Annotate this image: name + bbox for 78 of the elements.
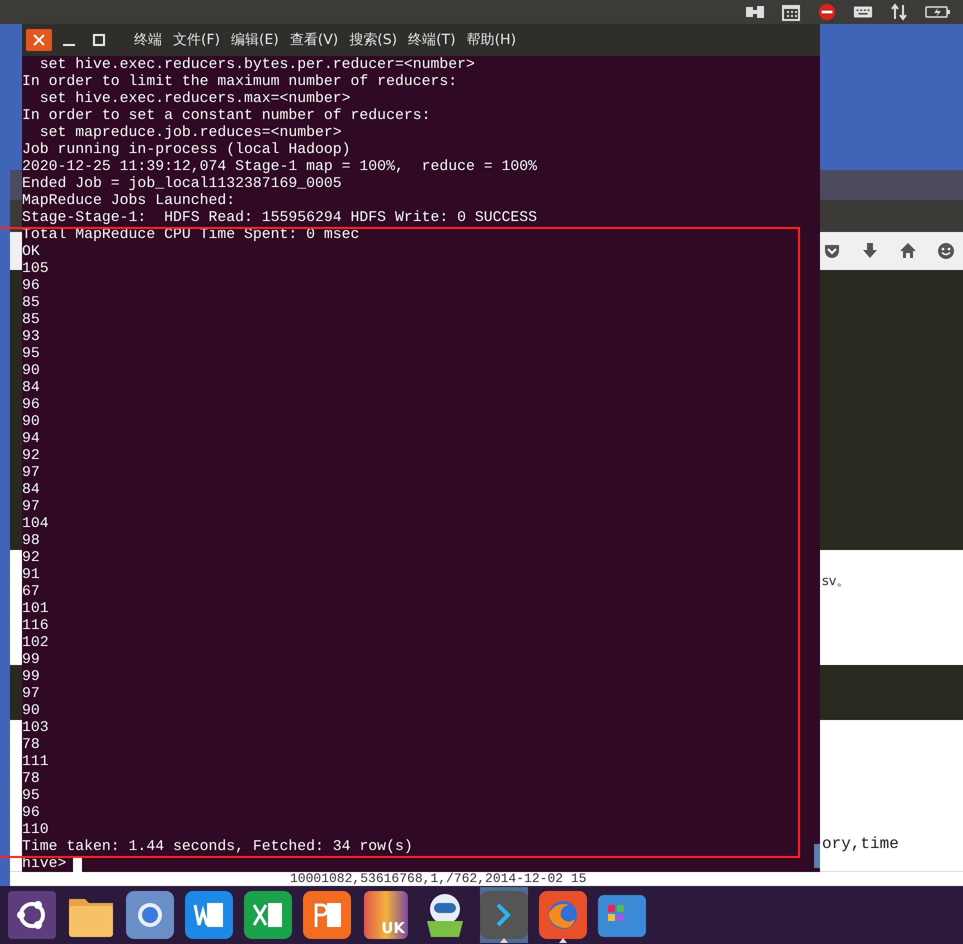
calendar-icon[interactable] [781, 3, 801, 21]
menu-item[interactable]: 文件(F) [173, 31, 220, 49]
terminal-line: Ended Job = job_local1132387169_0005 [22, 176, 343, 193]
menu-item[interactable]: 帮助(H) [466, 31, 516, 49]
terminal-line: 95 [22, 788, 41, 805]
terminal-line: 91 [22, 567, 41, 584]
home-icon[interactable] [899, 242, 917, 260]
download-icon[interactable] [861, 242, 879, 260]
fox-icon [539, 891, 587, 939]
terminal-line: OK [22, 244, 41, 261]
terminal-prompt: hive> [22, 856, 66, 873]
terminal-line: set hive.exec.reducers.bytes.per.reducer=<number> [38, 57, 476, 74]
terminal-line: 105 [22, 261, 50, 278]
logo-icon [8, 891, 56, 939]
icon-label: UK [381, 920, 405, 936]
terminal-line: 116 [22, 618, 50, 635]
terminal-line: 85 [22, 312, 41, 329]
close-icon [33, 34, 45, 46]
terminal-line: 90 [22, 703, 41, 720]
terminal-line: set mapreduce.job.reduces=<number> [38, 125, 343, 142]
code-text: ory,time [822, 835, 899, 853]
up-down-arrows-icon[interactable] [889, 3, 909, 21]
terminal-line: 85 [22, 295, 41, 312]
terminal-line: 78 [22, 771, 41, 788]
terminal-line: In order to set a constant number of reducers: [22, 108, 432, 125]
terminal-line: set hive.exec.reducers.max=<number> [38, 91, 352, 108]
page-text: sv。 [822, 573, 850, 590]
browser-icon [126, 891, 174, 939]
scrollbar[interactable] [814, 844, 820, 868]
terminal-line: 84 [22, 380, 41, 397]
terminal-line: 97 [22, 499, 41, 516]
presentation-icon [303, 891, 351, 939]
minimize-icon [63, 44, 75, 46]
terminal-line: 101 [22, 601, 50, 618]
terminal-line: 92 [22, 448, 41, 465]
toggle-icon[interactable] [745, 3, 765, 21]
maximize-icon [93, 34, 105, 46]
terminal-line: Stage-Stage-1: HDFS Read: 155956294 HDFS Write: 0 SUCCESS [22, 210, 538, 227]
document-icon [185, 891, 233, 939]
menu-item[interactable]: 终端 [134, 31, 162, 49]
terminal-line: 2020-12-25 11:39:12,074 Stage-1 map = 100%, reduce = 100% [22, 159, 538, 176]
stop-icon[interactable] [817, 3, 837, 21]
terminal-line: 96 [22, 397, 41, 414]
terminal-line: MapReduce Jobs Launched: [22, 193, 236, 210]
terminal-line: 93 [22, 329, 41, 346]
terminal-line: 99 [22, 669, 41, 686]
menu-item[interactable]: 编辑(E) [230, 31, 279, 49]
pocket-icon[interactable] [823, 242, 841, 260]
terminal-line: 90 [22, 414, 41, 431]
spreadsheet-icon [244, 891, 292, 939]
smiley-icon[interactable] [937, 242, 955, 260]
terminal-line: 92 [22, 550, 41, 567]
terminal-line: 94 [22, 431, 41, 448]
terminal-line: 111 [22, 754, 50, 771]
terminal-line: Time taken: 1.44 seconds, Fetched: 34 row(s) [22, 839, 414, 856]
terminal-line: 97 [22, 465, 41, 482]
close-button[interactable] [26, 29, 52, 51]
terminal-line: 104 [22, 516, 50, 533]
terminal-line: 78 [22, 737, 41, 754]
terminal-line: 95 [22, 346, 41, 363]
terminal-line: 103 [22, 720, 50, 737]
menu-item[interactable]: 终端(T) [408, 31, 456, 49]
terminal-line: 96 [22, 805, 41, 822]
terminal-line: 96 [22, 278, 41, 295]
terminal-line: 102 [22, 635, 50, 652]
terminal-line: 99 [22, 652, 41, 669]
menu-item[interactable]: 搜索(S) [349, 31, 398, 49]
terminal-line: 110 [22, 822, 50, 839]
terminal-line: 98 [22, 533, 41, 550]
terminal-line: In order to limit the maximum number of reducers: [22, 74, 458, 91]
terminal-line: Job running in-process (local Hadoop) [22, 142, 352, 159]
code-text: 10001082,53616768,1,/762,2014-12-02 15 [290, 872, 586, 886]
terminal-line: 97 [22, 686, 41, 703]
terminal-icon [480, 891, 528, 939]
menu-item[interactable]: 查看(V) [290, 31, 338, 49]
terminal-line: 90 [22, 363, 41, 380]
terminal-line: 67 [22, 584, 41, 601]
terminal-line: 84 [22, 482, 41, 499]
